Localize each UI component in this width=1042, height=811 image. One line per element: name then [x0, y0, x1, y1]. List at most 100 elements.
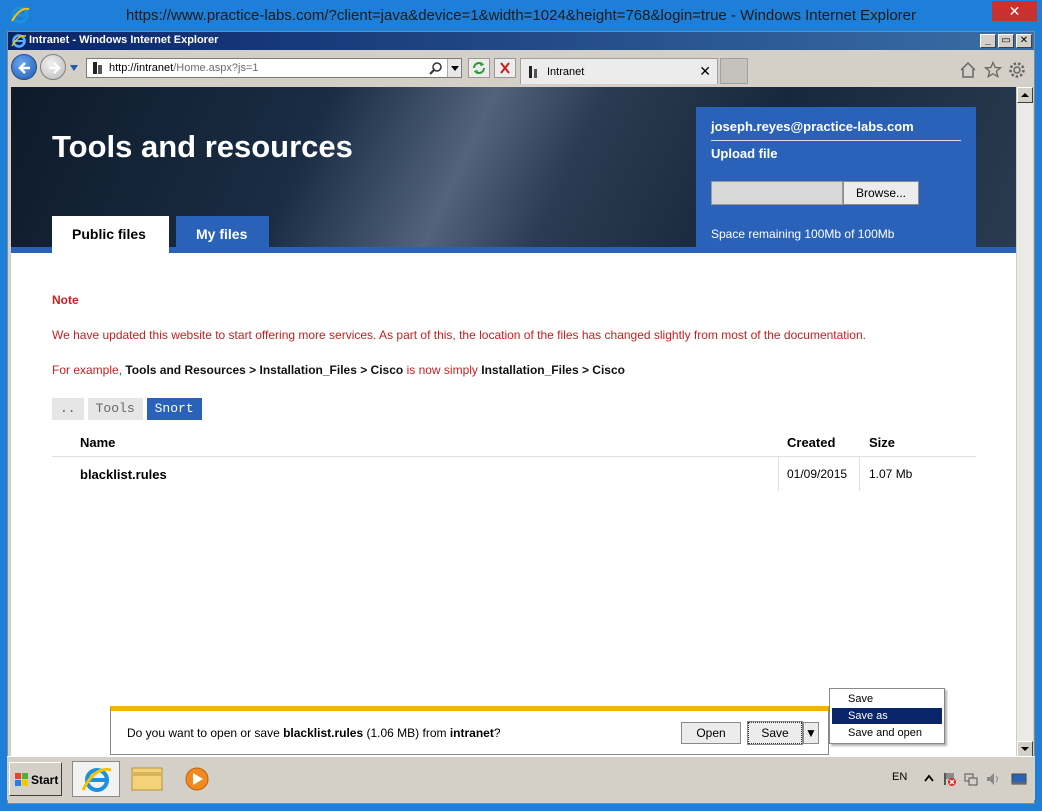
arrow-down-icon	[1021, 747, 1029, 751]
files-table: Name Created Size blacklist.rules 01/09/…	[52, 425, 976, 491]
download-msg-suffix: ?	[493, 726, 501, 740]
file-size: 1.07 Mb	[869, 467, 913, 481]
column-header-created[interactable]: Created	[787, 435, 835, 450]
language-indicator[interactable]: EN	[892, 771, 907, 783]
taskbar-internet-explorer[interactable]	[72, 761, 120, 797]
page-viewport: Tools and resources Public files My file…	[11, 87, 1016, 757]
vertical-scrollbar[interactable]	[1016, 87, 1033, 757]
stop-icon	[500, 62, 510, 74]
media-player-icon	[185, 767, 209, 791]
cell-divider	[778, 457, 779, 491]
show-desktop-icon[interactable]	[1011, 771, 1027, 787]
example-mid: is now simply	[403, 363, 482, 377]
page-icon	[93, 62, 102, 74]
upload-file-heading: Upload file	[711, 146, 778, 161]
folder-icon	[131, 767, 163, 791]
user-panel: joseph.reyes@practice-labs.com Upload fi…	[696, 107, 976, 253]
outer-close-button[interactable]: ✕	[992, 1, 1037, 21]
action-center-flag-icon[interactable]	[941, 771, 957, 787]
back-button[interactable]	[11, 54, 37, 80]
save-button[interactable]: Save	[747, 721, 803, 745]
save-options-menu: Save Save as Save and open	[829, 688, 945, 744]
new-tab-button[interactable]	[720, 58, 748, 84]
menu-item-save[interactable]: Save	[832, 691, 942, 707]
refresh-icon	[473, 62, 485, 74]
start-button[interactable]: Start	[9, 762, 62, 796]
minimize-button[interactable]: _	[980, 34, 996, 48]
table-header: Name Created Size	[52, 425, 976, 457]
save-options-dropdown-button[interactable]: ▼	[803, 722, 819, 744]
url-path: /Home.aspx?js=1	[173, 62, 259, 74]
back-arrow-icon	[18, 62, 30, 74]
outer-window-title: https://www.practice-labs.com/?client=ja…	[125, 7, 917, 24]
example-new-path: Installation_Files > Cisco	[481, 363, 625, 377]
taskbar-file-explorer[interactable]	[123, 761, 171, 797]
menu-item-save-as[interactable]: Save as	[832, 708, 942, 724]
tab-page-icon	[529, 66, 537, 78]
speaker-icon[interactable]	[985, 771, 1001, 787]
tab-intranet[interactable]: Intranet ✕	[520, 58, 718, 84]
tab-my-files[interactable]: My files	[176, 216, 269, 253]
download-file-name: blacklist.rules	[283, 726, 364, 740]
download-source: intranet	[449, 726, 494, 740]
space-remaining: Space remaining 100Mb of 100Mb	[711, 227, 895, 241]
download-notification-bar: Do you want to open or save blacklist.ru…	[110, 706, 829, 755]
scroll-up-button[interactable]	[1017, 87, 1033, 103]
refresh-button[interactable]	[468, 58, 490, 78]
address-bar[interactable]: http://intranet/Home.aspx?js=1	[86, 58, 462, 78]
address-url[interactable]: http://intranet/Home.aspx?js=1	[109, 62, 259, 74]
network-icon[interactable]	[963, 771, 979, 787]
table-row[interactable]: blacklist.rules 01/09/2015 1.07 Mb	[52, 457, 976, 491]
internet-explorer-icon	[81, 767, 112, 792]
taskbar: Start EN	[7, 756, 1035, 800]
forward-arrow-icon	[49, 62, 61, 74]
scroll-down-button[interactable]	[1017, 741, 1033, 757]
outer-titlebar: https://www.practice-labs.com/?client=ja…	[0, 0, 1042, 31]
show-hidden-icons-icon[interactable]	[921, 771, 937, 787]
ie-titlebar: Intranet - Windows Internet Explorer _ ▭…	[8, 32, 1034, 50]
stop-button[interactable]	[494, 58, 516, 78]
navigation-toolbar: http://intranet/Home.aspx?js=1 Intranet	[8, 50, 1034, 86]
divider	[711, 140, 961, 141]
column-header-name[interactable]: Name	[80, 435, 115, 450]
note-paragraph: We have updated this website to start of…	[52, 328, 866, 342]
restore-button[interactable]: ▭	[998, 34, 1014, 48]
note-example: For example, Tools and Resources > Insta…	[52, 363, 625, 377]
breadcrumb: .. Tools Snort	[52, 398, 202, 420]
breadcrumb-tools[interactable]: Tools	[87, 398, 143, 420]
tab-close-button[interactable]: ✕	[699, 63, 711, 80]
browse-button[interactable]: Browse...	[843, 181, 919, 205]
menu-item-save-and-open[interactable]: Save and open	[832, 725, 942, 741]
tab-public-files[interactable]: Public files	[52, 216, 169, 253]
page-title: Tools and resources	[52, 129, 353, 164]
history-dropdown-icon[interactable]	[69, 64, 79, 72]
file-path-input[interactable]	[711, 181, 843, 205]
note-heading: Note	[52, 293, 79, 307]
cell-divider	[859, 457, 860, 491]
column-header-size[interactable]: Size	[869, 435, 895, 450]
gear-icon[interactable]	[1008, 61, 1026, 79]
example-prefix: For example,	[52, 363, 126, 377]
taskbar-media-player[interactable]	[173, 761, 221, 797]
breadcrumb-parent[interactable]: ..	[52, 398, 84, 420]
arrow-up-icon	[1021, 93, 1029, 97]
breadcrumb-snort[interactable]: Snort	[146, 398, 202, 420]
home-icon[interactable]	[959, 61, 977, 79]
windows-flag-icon	[15, 773, 28, 786]
download-message: Do you want to open or save blacklist.ru…	[127, 726, 501, 740]
favorites-star-icon[interactable]	[984, 61, 1002, 79]
address-dropdown-button[interactable]	[447, 59, 461, 77]
chevron-down-icon	[451, 66, 459, 71]
file-name[interactable]: blacklist.rules	[80, 467, 167, 482]
example-old-path: Tools and Resources > Installation_Files…	[125, 363, 404, 377]
user-email[interactable]: joseph.reyes@practice-labs.com	[711, 119, 914, 134]
close-button[interactable]: ✕	[1016, 34, 1032, 48]
search-icon[interactable]	[429, 61, 443, 75]
forward-button[interactable]	[40, 54, 66, 80]
download-msg-prefix: Do you want to open or save	[127, 726, 284, 740]
ie-small-icon	[11, 34, 27, 48]
ie-window-title: Intranet - Windows Internet Explorer	[29, 34, 219, 46]
download-msg-size: (1.06 MB) from	[363, 726, 450, 740]
start-label: Start	[31, 773, 59, 787]
open-button[interactable]: Open	[681, 722, 741, 744]
